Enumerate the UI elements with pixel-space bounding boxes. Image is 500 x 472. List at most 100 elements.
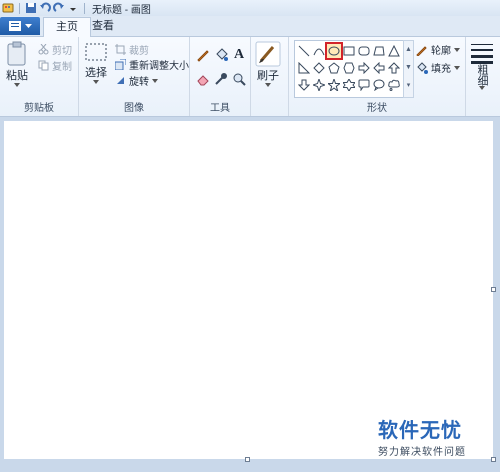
right-triangle-shape-icon[interactable] — [297, 61, 311, 75]
shapes-group-label: 形状 — [367, 103, 387, 114]
quick-access-toolbar — [0, 2, 88, 14]
oval-shape-icon[interactable] — [325, 42, 343, 60]
ribbon: 粘贴 剪切 复制 剪贴板 选择 裁剪 重新调整大小 旋转 图像 A 工具 刷子 … — [0, 37, 500, 117]
redo-icon[interactable] — [53, 2, 65, 14]
pencil-icon[interactable] — [195, 47, 211, 63]
fill-button[interactable]: 填充 — [416, 60, 460, 75]
brushes-button[interactable]: 刷子 — [255, 41, 281, 87]
watermark-title: 软件无忧 — [378, 420, 462, 442]
paint-app-icon[interactable] — [2, 2, 14, 14]
crop-button[interactable]: 裁剪 — [115, 42, 149, 57]
save-icon[interactable] — [25, 2, 37, 14]
cut-button[interactable]: 剪切 — [38, 42, 72, 57]
paste-button[interactable]: 粘贴 — [6, 41, 28, 87]
separator — [19, 2, 20, 14]
four-point-star-shape-icon[interactable] — [312, 78, 326, 92]
magnifier-icon[interactable] — [231, 71, 247, 87]
curve-shape-icon[interactable] — [312, 44, 326, 58]
scroll-down-icon[interactable]: ▼ — [404, 59, 413, 77]
chevron-down-icon — [454, 65, 460, 70]
copy-icon — [38, 60, 49, 71]
cloud-callout-shape-icon[interactable] — [387, 78, 401, 92]
outline-button[interactable]: 轮廓 — [416, 42, 460, 57]
rotate-button[interactable]: 旋转 — [115, 73, 158, 88]
separator — [84, 2, 85, 14]
six-point-star-shape-icon[interactable] — [342, 78, 356, 92]
tools-group-label: 工具 — [210, 103, 230, 114]
scroll-up-icon[interactable]: ▲ — [404, 41, 413, 59]
outline-pencil-icon — [416, 45, 427, 56]
left-arrow-shape-icon[interactable] — [372, 61, 386, 75]
eraser-icon[interactable] — [195, 71, 211, 87]
oval-callout-shape-icon[interactable] — [372, 78, 386, 92]
select-button[interactable]: 选择 — [84, 42, 108, 84]
brushes-label: 刷子 — [257, 70, 279, 82]
chevron-down-icon — [479, 86, 485, 90]
diamond-shape-icon[interactable] — [312, 61, 326, 75]
clipboard-group-label: 剪贴板 — [24, 103, 54, 114]
select-label: 选择 — [85, 67, 107, 79]
scissors-icon — [38, 44, 49, 55]
image-group-label: 图像 — [124, 103, 144, 114]
resize-handle-right[interactable] — [491, 287, 496, 292]
resize-button[interactable]: 重新调整大小 — [115, 57, 189, 72]
drawing-canvas[interactable] — [4, 121, 493, 459]
watermark-subtitle: 努力解决软件问题 — [378, 447, 466, 458]
file-menu-button[interactable] — [0, 17, 40, 35]
line-width-icon — [471, 44, 493, 64]
rotate-label: 旋转 — [129, 77, 149, 88]
tab-view[interactable]: 查看 — [80, 17, 126, 36]
shapes-scroller[interactable]: ▲ ▼ ▾ — [403, 40, 414, 98]
outline-label: 轮廓 — [431, 46, 451, 57]
size-label: 粗细 — [476, 64, 488, 86]
rounded-callout-shape-icon[interactable] — [357, 78, 371, 92]
up-arrow-shape-icon[interactable] — [387, 61, 401, 75]
copy-label: 复制 — [52, 62, 72, 73]
pentagon-shape-icon[interactable] — [327, 61, 341, 75]
ribbon-tabs: 主页 查看 — [0, 16, 500, 37]
chevron-down-icon — [24, 24, 32, 28]
shapes-gallery — [294, 40, 404, 98]
menu-icon — [8, 21, 21, 31]
brush-icon — [255, 41, 281, 67]
expand-gallery-icon[interactable]: ▾ — [404, 77, 413, 95]
undo-icon[interactable] — [39, 2, 51, 14]
clipboard-group: 粘贴 剪切 复制 剪贴板 — [0, 37, 79, 116]
tools-group: A 工具 — [190, 37, 251, 116]
crop-label: 裁剪 — [129, 46, 149, 57]
color-picker-icon[interactable] — [213, 71, 229, 87]
fill-bucket-icon[interactable] — [213, 47, 229, 63]
text-tool-icon[interactable]: A — [231, 47, 247, 63]
window-title: 无标题 - 画图 — [92, 4, 151, 16]
rotate-icon — [117, 77, 124, 84]
chevron-down-icon — [265, 83, 271, 87]
watermark: 软件无忧 努力解决软件问题 — [378, 414, 466, 458]
brushes-group: 刷子 — [251, 37, 289, 116]
triangle-shape-icon[interactable] — [387, 44, 401, 58]
customize-toolbar-icon[interactable] — [67, 2, 79, 14]
selection-icon — [85, 43, 107, 61]
fill-label: 填充 — [431, 64, 451, 75]
rounded-rectangle-shape-icon[interactable] — [357, 44, 371, 58]
rectangle-shape-icon[interactable] — [342, 44, 356, 58]
resize-handle-bottom[interactable] — [245, 457, 250, 462]
cut-label: 剪切 — [52, 46, 72, 57]
chevron-down-icon — [93, 80, 99, 84]
line-shape-icon[interactable] — [297, 44, 311, 58]
resize-handle-corner[interactable] — [491, 457, 496, 462]
resize-icon — [115, 59, 126, 70]
crop-icon — [115, 44, 126, 55]
down-arrow-shape-icon[interactable] — [297, 78, 311, 92]
chevron-down-icon — [454, 47, 460, 52]
chevron-down-icon — [14, 83, 20, 87]
paste-label: 粘贴 — [6, 70, 28, 82]
five-point-star-shape-icon[interactable] — [327, 78, 341, 92]
fill-bucket-icon — [417, 61, 428, 74]
size-button[interactable]: 粗细 — [470, 42, 494, 90]
hexagon-shape-icon[interactable] — [342, 61, 356, 75]
right-arrow-shape-icon[interactable] — [357, 61, 371, 75]
copy-button[interactable]: 复制 — [38, 58, 72, 73]
polygon-shape-icon[interactable] — [372, 44, 386, 58]
title-bar: 无标题 - 画图 — [0, 0, 500, 17]
chevron-down-icon — [152, 78, 158, 83]
